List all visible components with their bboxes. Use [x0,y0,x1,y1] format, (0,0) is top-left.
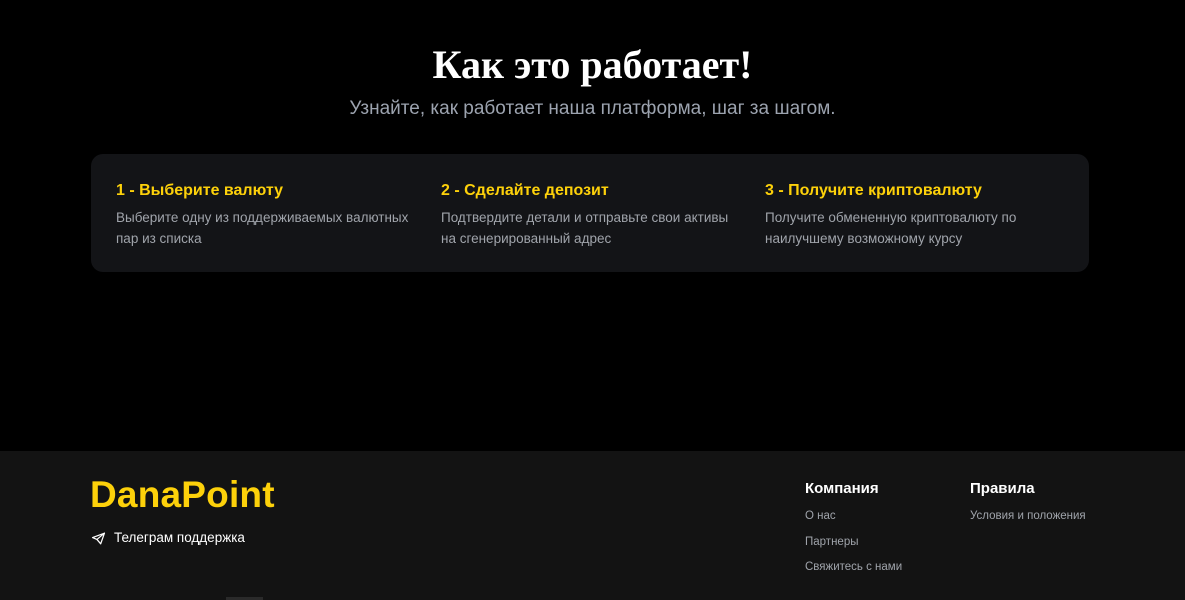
telegram-send-icon [91,531,106,546]
telegram-support-link[interactable]: Телеграм поддержка [91,528,245,548]
how-it-works-section: Как это работает! Узнайте, как работает … [0,0,1185,451]
footer-logo[interactable]: DanaPoint [90,473,275,517]
footer-link-terms[interactable]: Условия и положения [970,508,1086,524]
section-subtitle: Узнайте, как работает наша платформа, ша… [349,98,836,119]
step-title: 3 - Получите криптовалюту [765,182,982,199]
footer-link-about[interactable]: О нас [805,508,902,524]
footer-column-title: Компания [805,480,879,497]
step-3: 3 - Получите криптовалюту Получите обмен… [765,180,1065,249]
step-title: 1 - Выберите валюту [116,182,283,199]
step-title: 2 - Сделайте депозит [441,182,609,199]
steps-card: 1 - Выберите валюту Выберите одну из под… [91,154,1089,272]
step-1: 1 - Выберите валюту Выберите одну из под… [116,180,416,249]
page: Как это работает! Узнайте, как работает … [0,0,1185,600]
step-description: Получите обмененную криптовалюту по наил… [765,210,1017,246]
footer-link-partners[interactable]: Партнеры [805,534,902,550]
section-title: Как это работает! [432,42,753,87]
footer-column-company: Компания О нас Партнеры Свяжитесь с нами [805,479,902,585]
footer-link-contact[interactable]: Свяжитесь с нами [805,559,902,575]
telegram-support-label: Телеграм поддержка [114,530,245,545]
footer: DanaPoint Телеграм поддержка Компания О … [0,451,1185,600]
step-2: 2 - Сделайте депозит Подтвердите детали … [441,180,741,249]
footer-column-rules: Правила Условия и положения [970,479,1086,534]
step-description: Подтвердите детали и отправьте свои акти… [441,210,729,246]
step-description: Выберите одну из поддерживаемых валютных… [116,210,409,246]
footer-column-title: Правила [970,480,1035,497]
